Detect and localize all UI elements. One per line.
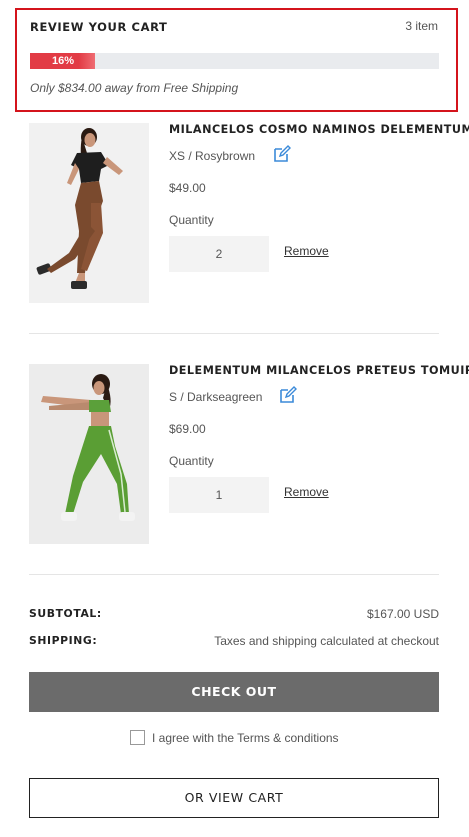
- edit-icon[interactable]: [279, 386, 297, 404]
- cart-header: REVIEW YOUR CART 3 item 16% Only $834.00…: [15, 8, 458, 112]
- product-price: $69.00: [169, 422, 206, 436]
- item-divider: [29, 574, 439, 575]
- quantity-input[interactable]: 2: [169, 236, 269, 272]
- cart-item: MILANCELOS COSMO NAMINOS DELEMENTUM XS /…: [29, 123, 469, 303]
- item-divider: [29, 333, 439, 334]
- product-image[interactable]: [29, 123, 149, 303]
- checkout-button[interactable]: CHECK OUT: [29, 672, 439, 712]
- product-name[interactable]: MILANCELOS COSMO NAMINOS DELEMENTUM: [169, 123, 469, 136]
- cart-item: DELEMENTUM MILANCELOS PRETEUS TOMUIR S /…: [29, 364, 469, 544]
- quantity-input[interactable]: 1: [169, 477, 269, 513]
- product-variant: S / Darkseagreen: [169, 390, 263, 404]
- quantity-label: Quantity: [169, 454, 214, 468]
- free-shipping-message: Only $834.00 away from Free Shipping: [30, 81, 239, 95]
- product-price: $49.00: [169, 181, 206, 195]
- cart-title: REVIEW YOUR CART: [30, 20, 168, 34]
- shipping-row: SHIPPING: Taxes and shipping calculated …: [29, 634, 439, 650]
- remove-link[interactable]: Remove: [284, 485, 329, 499]
- cart-item-count: 3 item: [405, 19, 438, 33]
- remove-link[interactable]: Remove: [284, 244, 329, 258]
- product-name[interactable]: DELEMENTUM MILANCELOS PRETEUS TOMUIR: [169, 364, 469, 377]
- progress-percent-label: 16%: [51, 55, 75, 67]
- terms-label[interactable]: I agree with the Terms & conditions: [152, 731, 339, 745]
- checkbox-icon[interactable]: [130, 730, 145, 745]
- shipping-value: Taxes and shipping calculated at checkou…: [214, 634, 439, 648]
- edit-icon[interactable]: [273, 145, 291, 163]
- subtotal-row: SUBTOTAL: $167.00 USD: [29, 607, 439, 623]
- subtotal-label: SUBTOTAL:: [29, 607, 102, 620]
- shipping-label: SHIPPING:: [29, 634, 98, 647]
- product-image[interactable]: [29, 364, 149, 544]
- product-variant: XS / Rosybrown: [169, 149, 256, 163]
- quantity-label: Quantity: [169, 213, 214, 227]
- view-cart-button[interactable]: OR VIEW CART: [29, 778, 439, 818]
- subtotal-value: $167.00 USD: [366, 607, 439, 621]
- free-shipping-progress-bar: 16%: [30, 53, 439, 69]
